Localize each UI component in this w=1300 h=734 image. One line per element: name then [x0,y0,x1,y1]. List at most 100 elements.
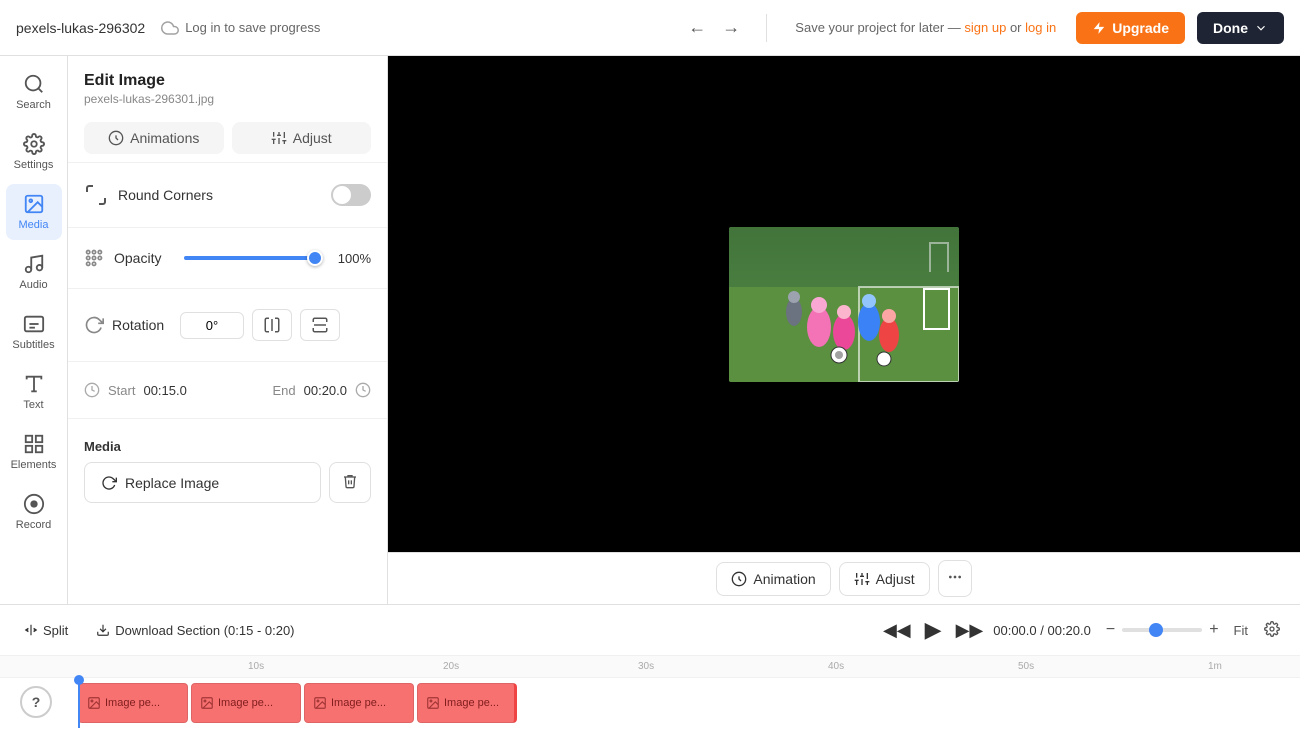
cursor-head [74,675,84,685]
zoom-out-button[interactable]: − [1103,618,1118,642]
filename: pexels-lukas-296302 [16,20,145,36]
panel-header: Edit Image pexels-lukas-296301.jpg [68,56,387,114]
playback-controls: ◀◀ ▶ ▶▶ 00:00.0 / 00:20.0 [879,613,1091,647]
clips-container: Image pe... Image pe... Image pe... Imag… [78,683,517,723]
sidebar-label-text: Text [23,399,43,411]
media-icon [23,193,45,215]
rotation-row: Rotation [84,301,371,349]
sidebar-label-search: Search [16,99,51,111]
more-icon [947,569,963,585]
opacity-slider[interactable] [184,256,323,260]
timeline-content[interactable]: 10s 20s 30s 40s 50s 1m Imag [0,656,1300,734]
sidebar-item-elements[interactable]: Elements [6,424,62,480]
upgrade-button[interactable]: Upgrade [1076,12,1185,44]
sign-up-link[interactable]: sign up [964,20,1006,35]
ruler-10s: 10s [248,661,264,672]
more-options-button[interactable] [938,560,972,597]
settings-icon [23,133,45,155]
panel-title: Edit Image [84,72,371,90]
clip-label-3: Image pe... [331,697,386,709]
topbar: pexels-lukas-296302 Log in to save progr… [0,0,1300,56]
gear-icon [1264,621,1280,637]
bottom-toolbar: Animation Adjust [388,552,1300,604]
animations-tab-icon [108,130,124,146]
clip-image-icon-3 [313,696,327,710]
round-corners-toggle[interactable] [331,184,371,206]
play-button[interactable]: ▶ [921,613,946,647]
round-corners-row: Round Corners [84,175,371,215]
search-icon [23,73,45,95]
adjust-tool-button[interactable]: Adjust [839,562,930,596]
sidebar-label-elements: Elements [11,459,57,471]
opacity-icon [84,248,104,268]
opacity-label: Opacity [114,250,174,266]
media-section: Media Replace Image [68,418,387,515]
clip-image-icon-4 [426,696,440,710]
canvas-container[interactable] [388,56,1300,552]
zoom-controls: − + Fit [1103,617,1284,644]
opacity-section: Opacity 100% [68,227,387,288]
sidebar-item-audio[interactable]: Audio [6,244,62,300]
time-row: Start 00:15.0 End 00:20.0 [84,374,371,406]
download-icon [96,623,110,637]
clip-3[interactable]: Image pe... [304,683,414,723]
sidebar-label-record: Record [16,519,51,531]
delete-button[interactable] [329,462,371,503]
clip-1[interactable]: Image pe... [78,683,188,723]
sidebar-item-search[interactable]: Search [6,64,62,120]
flip-horizontal-button[interactable] [252,309,292,341]
edit-panel: Edit Image pexels-lukas-296301.jpg Anima… [68,56,388,604]
rewind-button[interactable]: ◀◀ [879,616,915,645]
text-icon [23,373,45,395]
clip-image-icon [87,696,101,710]
lightning-icon [1092,21,1106,35]
sidebar-item-text[interactable]: Text [6,364,62,420]
help-button[interactable]: ? [20,686,52,718]
animation-tool-button[interactable]: Animation [716,562,830,596]
elements-icon [23,433,45,455]
adjust-tab-icon [271,130,287,146]
track-row: Image pe... Image pe... Image pe... Imag… [0,678,1300,728]
download-section-button[interactable]: Download Section (0:15 - 0:20) [88,619,302,642]
trash-icon [342,473,358,489]
replace-image-button[interactable]: Replace Image [84,462,321,503]
tab-animations[interactable]: Animations [84,122,224,154]
round-corners-section: Round Corners [68,162,387,227]
main-area: Search Settings Media Audio Subtitles Te… [0,56,1300,604]
clock-icon [84,382,100,398]
sidebar-item-record[interactable]: Record [6,484,62,540]
timeline-settings-button[interactable] [1260,617,1284,644]
round-corners-label: Round Corners [118,187,321,203]
clip-2[interactable]: Image pe... [191,683,301,723]
done-button[interactable]: Done [1197,12,1284,44]
sidebar-item-settings[interactable]: Settings [6,124,62,180]
fast-forward-button[interactable]: ▶▶ [952,616,988,645]
split-icon [24,623,38,637]
media-label: Media [84,439,371,454]
clip-label-4: Image pe... [444,697,499,709]
zoom-slider[interactable] [1122,628,1202,632]
clip-4[interactable]: Image pe... [417,683,517,723]
redo-button[interactable]: → [716,11,746,44]
undo-button[interactable]: ← [682,11,712,44]
zoom-in-button[interactable]: + [1206,618,1221,642]
fit-button[interactable]: Fit [1226,619,1256,642]
timeline-toolbar: Split Download Section (0:15 - 0:20) ◀◀ … [0,605,1300,656]
rotation-icon [84,315,104,335]
sidebar-item-media[interactable]: Media [6,184,62,240]
timing-section: Start 00:15.0 End 00:20.0 [68,361,387,418]
flip-v-icon [311,316,329,334]
flip-vertical-button[interactable] [300,309,340,341]
ruler-40s: 40s [828,661,844,672]
log-in-link[interactable]: log in [1025,20,1056,35]
timeline-cursor [78,678,80,728]
players-svg [729,227,959,382]
end-label: End [272,383,295,398]
split-button[interactable]: Split [16,619,76,642]
ruler-20s: 20s [443,661,459,672]
rotation-input[interactable] [180,312,244,339]
save-message: Save your project for later — sign up or… [795,20,1056,35]
tab-adjust[interactable]: Adjust [232,122,372,154]
sidebar-item-subtitles[interactable]: Subtitles [6,304,62,360]
timeline: Split Download Section (0:15 - 0:20) ◀◀ … [0,604,1300,734]
